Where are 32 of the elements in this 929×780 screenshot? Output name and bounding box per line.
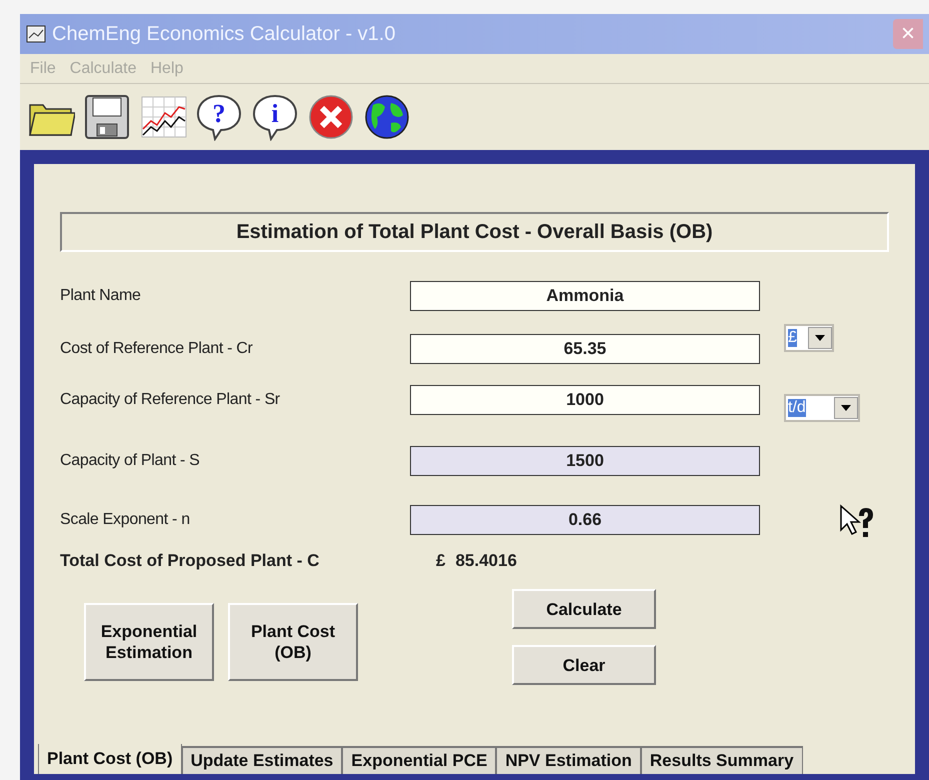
app-icon [26, 25, 46, 43]
tab[interactable]: Exponential PCE [342, 746, 496, 774]
result-label: Total Cost of Proposed Plant - C [60, 550, 320, 572]
field-label: Capacity of Reference Plant - Sr [60, 390, 281, 410]
unit-dropdown[interactable]: t/d [784, 394, 860, 422]
currency-symbol: £ [436, 550, 446, 572]
action-button[interactable]: Clear [512, 645, 656, 685]
tab[interactable]: Results Summary [640, 746, 803, 774]
result-value: 85.4016 [455, 550, 517, 572]
question-bubble-icon[interactable]: ? [194, 92, 244, 142]
panel-button[interactable]: Exponential Estimation [84, 603, 214, 681]
input-field[interactable]: 1500 [410, 446, 760, 476]
input-field[interactable]: 65.35 [410, 334, 760, 364]
tab[interactable]: NPV Estimation [496, 746, 641, 774]
tab[interactable]: Update Estimates [182, 746, 342, 774]
dropdown-arrow-icon [841, 405, 851, 411]
field-label: Scale Exponent - n [60, 510, 191, 530]
dropdown-arrow-icon [815, 335, 825, 341]
input-field[interactable]: 1000 [410, 384, 760, 414]
input-field[interactable]: Ammonia [410, 280, 760, 310]
input-field[interactable]: 0.66 [410, 504, 760, 534]
action-button[interactable]: Calculate [512, 589, 656, 629]
unit-dropdown[interactable]: £ [784, 324, 834, 352]
form-heading: Estimation of Total Plant Cost - Overall Basis (OB) [60, 212, 889, 252]
window-title: ChemEng Economics Calculator - v1.0 [52, 22, 396, 47]
info-bubble-icon[interactable]: i [250, 92, 300, 142]
field-label: Cost of Reference Plant - Cr [60, 338, 254, 358]
field-label: Capacity of Plant - S [60, 450, 201, 470]
tab[interactable]: Plant Cost (OB) [38, 744, 182, 774]
floppy-disk-icon[interactable] [82, 92, 132, 142]
field-label: Plant Name [60, 286, 142, 306]
panel-button[interactable]: Plant Cost (OB) [228, 603, 358, 681]
